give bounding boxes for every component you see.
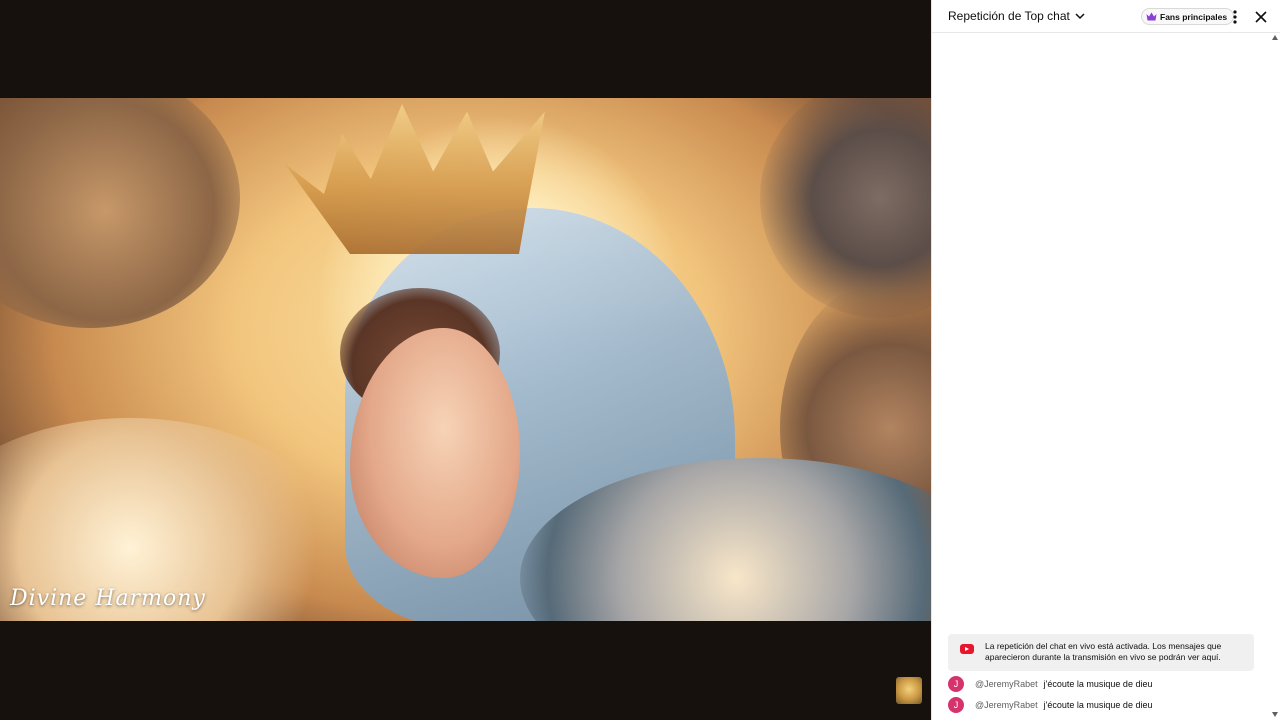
avatar[interactable]: J [948, 676, 964, 692]
live-chat-panel: Repetición de Top chat Fans principales [931, 0, 1280, 720]
chat-scrollbar[interactable] [1270, 33, 1280, 720]
chat-replay-notice: La repetición del chat en vivo está acti… [948, 634, 1254, 671]
close-chat-button[interactable] [1252, 8, 1270, 26]
close-icon [1255, 11, 1267, 23]
chat-mode-label: Repetición de Top chat [948, 9, 1070, 23]
chat-header: Repetición de Top chat Fans principales [932, 0, 1280, 33]
crown-shape [285, 104, 545, 254]
channel-thumbnail[interactable] [896, 677, 922, 704]
message-text: j'écoute la musique de dieu [1043, 700, 1153, 710]
avatar[interactable]: J [948, 697, 964, 713]
more-vert-icon [1233, 10, 1237, 24]
message-text: j'écoute la musique de dieu [1043, 679, 1153, 689]
chat-mode-dropdown[interactable]: Repetición de Top chat [948, 9, 1086, 23]
crown-icon [1146, 12, 1157, 21]
video-frame[interactable]: Divine Harmony [0, 98, 931, 621]
scroll-down-arrow-icon[interactable] [1272, 712, 1278, 717]
message-author[interactable]: @JeremyRabet [975, 700, 1038, 710]
chat-message[interactable]: J @JeremyRabet j'écoute la musique de di… [948, 675, 1152, 693]
video-watermark: Divine Harmony [10, 586, 206, 611]
video-player[interactable]: Divine Harmony [0, 0, 931, 720]
message-author[interactable]: @JeremyRabet [975, 679, 1038, 689]
youtube-icon [960, 644, 974, 654]
chat-message[interactable]: J @JeremyRabet j'écoute la musique de di… [948, 696, 1152, 714]
chat-replay-notice-text: La repetición del chat en vivo está acti… [985, 641, 1222, 662]
chevron-down-icon [1075, 13, 1085, 20]
fans-principales-chip[interactable]: Fans principales [1141, 8, 1235, 25]
more-options-button[interactable] [1226, 8, 1244, 26]
fans-chip-label: Fans principales [1160, 11, 1228, 22]
scroll-up-arrow-icon[interactable] [1272, 35, 1278, 40]
cloud-shape [0, 98, 240, 328]
